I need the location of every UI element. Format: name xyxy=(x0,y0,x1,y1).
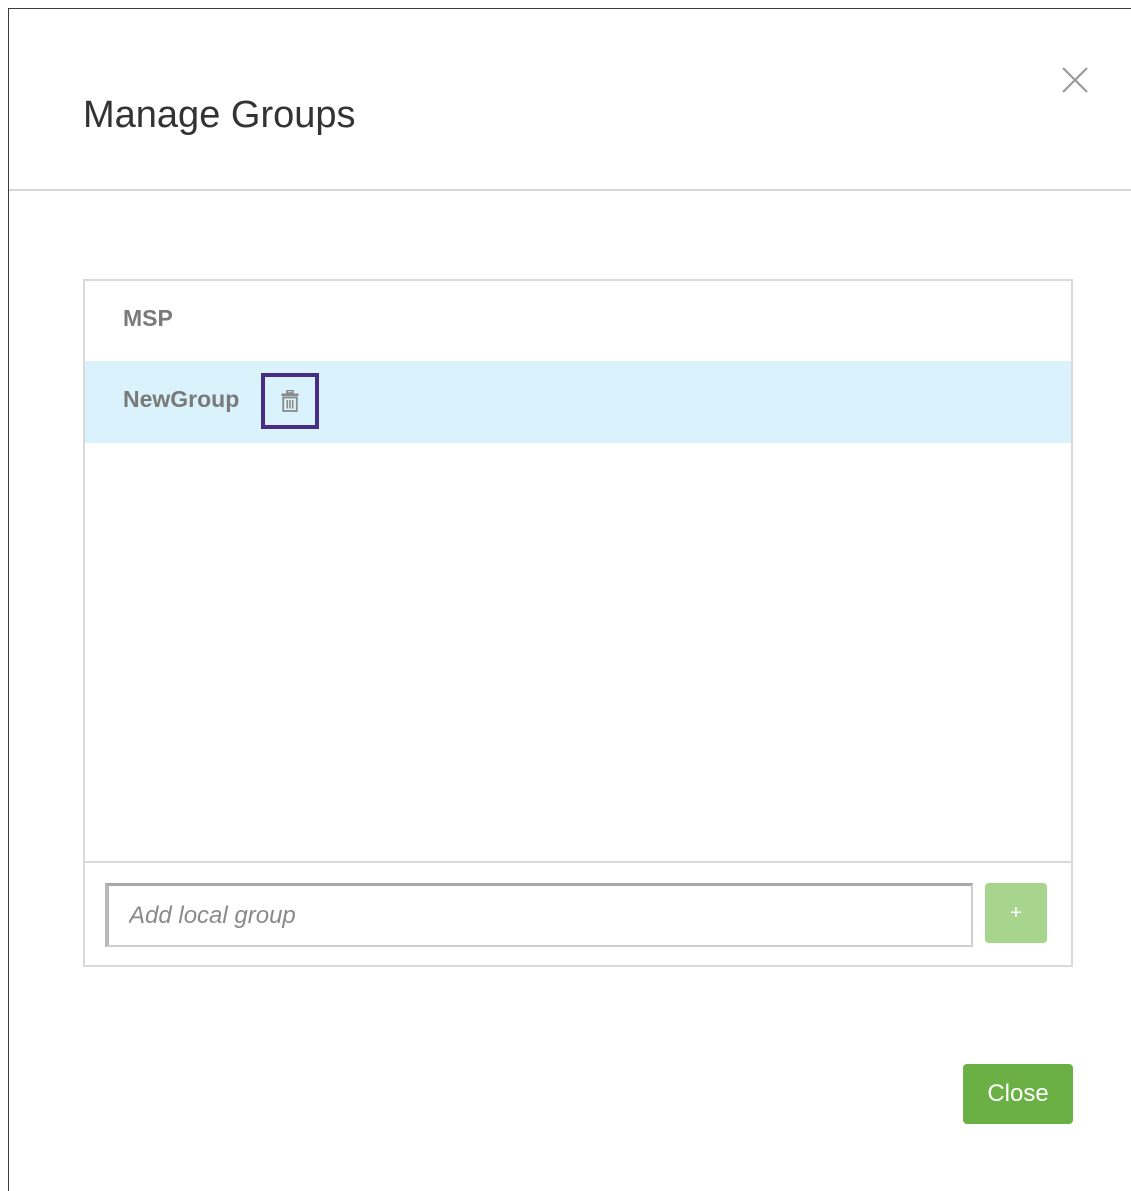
header-divider xyxy=(9,189,1131,191)
add-group-button[interactable]: + xyxy=(985,883,1047,943)
group-row-newgroup[interactable]: NewGroup xyxy=(85,361,1071,443)
group-row-msp[interactable]: MSP xyxy=(85,281,1071,363)
close-x-icon[interactable] xyxy=(1061,66,1089,94)
close-button[interactable]: Close xyxy=(963,1064,1073,1124)
group-name: NewGroup xyxy=(123,386,240,412)
group-name: MSP xyxy=(123,305,173,331)
groups-panel: MSP NewGroup + xyxy=(83,279,1073,967)
trash-icon xyxy=(281,390,299,412)
add-area-divider xyxy=(85,861,1071,863)
group-list: MSP NewGroup xyxy=(85,281,1071,863)
dialog-title: Manage Groups xyxy=(83,94,356,136)
delete-group-button[interactable] xyxy=(261,373,319,429)
manage-groups-dialog: Manage Groups MSP NewGroup Add local gro… xyxy=(8,8,1131,1191)
add-local-group-input[interactable] xyxy=(105,883,973,947)
